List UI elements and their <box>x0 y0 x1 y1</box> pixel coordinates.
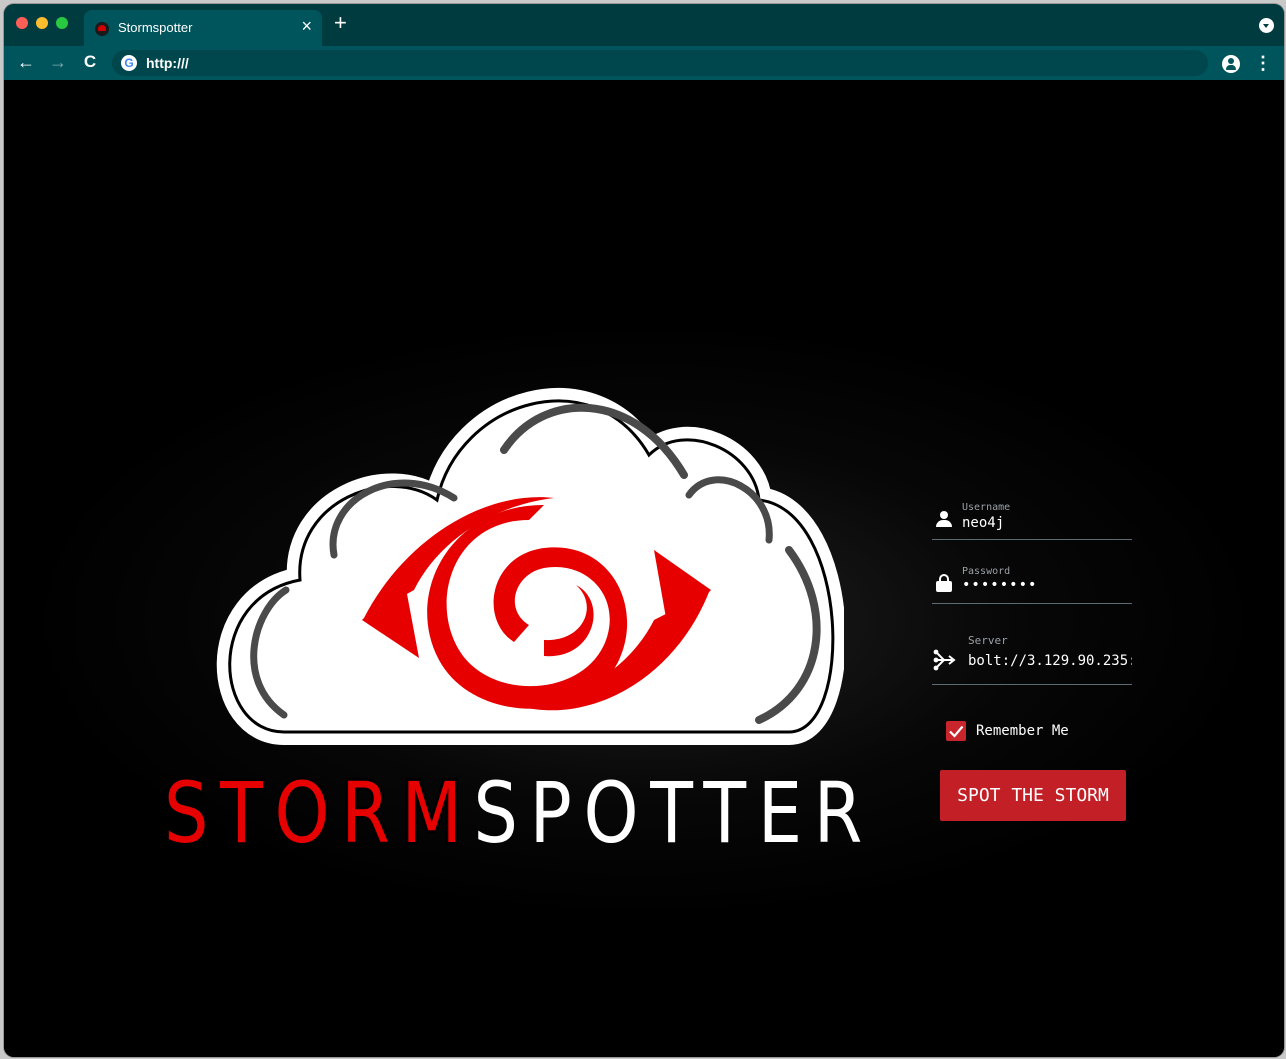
page-content: STORMSPOTTER Username neo4j Password •••… <box>4 80 1284 1057</box>
minimize-window-button[interactable] <box>36 17 48 29</box>
browser-toolbar: ← → C G http:/// ⋮ <box>4 46 1284 80</box>
close-window-button[interactable] <box>16 17 28 29</box>
tab-close-button[interactable]: × <box>301 17 312 35</box>
stormspotter-logo <box>216 388 844 745</box>
browser-menu-icon[interactable]: ⋮ <box>1254 52 1272 74</box>
password-input[interactable]: •••••••• <box>962 577 1132 593</box>
checkmark-icon <box>949 725 964 738</box>
username-field[interactable]: Username neo4j <box>932 500 1132 540</box>
server-input[interactable]: bolt://3.129.90.235: <box>968 653 1132 669</box>
person-icon <box>936 511 952 527</box>
back-button[interactable]: ← <box>15 51 37 73</box>
tab-title: Stormspotter <box>118 20 193 35</box>
google-icon: G <box>121 55 137 71</box>
address-url[interactable]: http:/// <box>146 55 189 71</box>
server-field[interactable]: Server bolt://3.129.90.235: <box>932 634 1132 685</box>
password-field[interactable]: Password •••••••• <box>932 564 1132 604</box>
browser-window: Stormspotter × + ← → C G http:/// ⋮ STOR… <box>4 4 1284 1057</box>
spot-the-storm-button[interactable]: SPOT THE STORM <box>940 770 1126 821</box>
username-input[interactable]: neo4j <box>962 515 1132 531</box>
remember-me-checkbox[interactable] <box>946 721 966 741</box>
password-label: Password <box>962 566 1011 577</box>
reload-button[interactable]: C <box>79 51 101 73</box>
tab-search-icon[interactable] <box>1259 18 1274 33</box>
forward-button[interactable]: → <box>47 51 69 73</box>
wordmark-storm: STORM <box>164 772 474 852</box>
browser-titlebar: Stormspotter × + <box>4 4 1284 46</box>
svg-text:STORMSPOTTER: STORMSPOTTER <box>164 772 874 852</box>
browser-tab[interactable]: Stormspotter × <box>84 10 322 46</box>
stormspotter-favicon-icon <box>95 22 109 36</box>
maximize-window-button[interactable] <box>56 17 68 29</box>
profile-icon[interactable] <box>1222 55 1240 73</box>
new-tab-button[interactable]: + <box>334 12 347 34</box>
remember-me-label: Remember Me <box>976 723 1069 739</box>
stormspotter-wordmark: STORMSPOTTER <box>164 772 874 852</box>
address-bar[interactable]: G http:/// <box>112 50 1208 76</box>
server-label: Server <box>968 634 1008 647</box>
username-label: Username <box>962 502 1011 513</box>
lock-icon <box>936 574 952 592</box>
wordmark-spotter: SPOTTER <box>474 772 874 852</box>
server-connection-icon <box>933 649 956 671</box>
